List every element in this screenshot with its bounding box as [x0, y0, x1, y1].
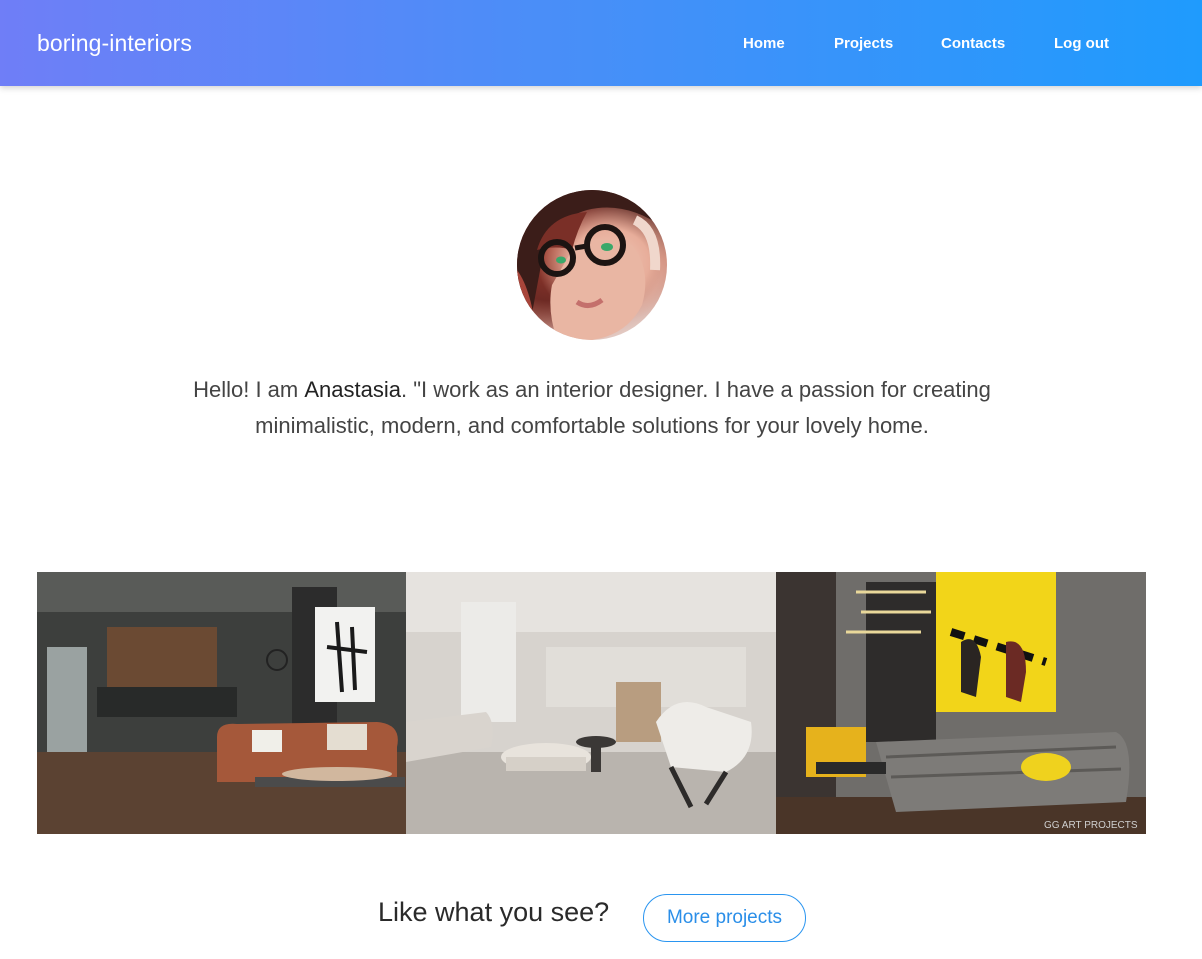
nav-links: Home Projects Contacts Log out	[0, 35, 1202, 55]
profile-avatar	[517, 190, 667, 340]
gallery-image-bright-living-room[interactable]	[406, 572, 776, 834]
gallery-image-yellow-art-lounge[interactable]: GG ART PROJECTS	[776, 572, 1146, 834]
top-navbar: boring-interiors Home Projects Contacts …	[0, 0, 1202, 86]
avatar-portrait-illustration	[517, 190, 667, 340]
nav-link-home[interactable]: Home	[743, 35, 785, 52]
nav-link-projects[interactable]: Projects	[834, 35, 893, 52]
gallery-watermark: GG ART PROJECTS	[1044, 820, 1138, 831]
cta-question: Like what you see?	[378, 897, 610, 927]
more-projects-button[interactable]: More projects	[643, 894, 806, 942]
designer-name: Anastasia	[304, 377, 401, 402]
nav-link-logout[interactable]: Log out	[1054, 35, 1109, 52]
intro-prefix: Hello! I am	[193, 377, 305, 402]
project-gallery: GG ART PROJECTS	[37, 572, 1146, 834]
gallery-image-dark-kitchen-living[interactable]	[37, 572, 406, 834]
nav-link-contacts[interactable]: Contacts	[941, 35, 1005, 52]
intro-paragraph: Hello! I am Anastasia. "I work as an int…	[150, 372, 1034, 444]
